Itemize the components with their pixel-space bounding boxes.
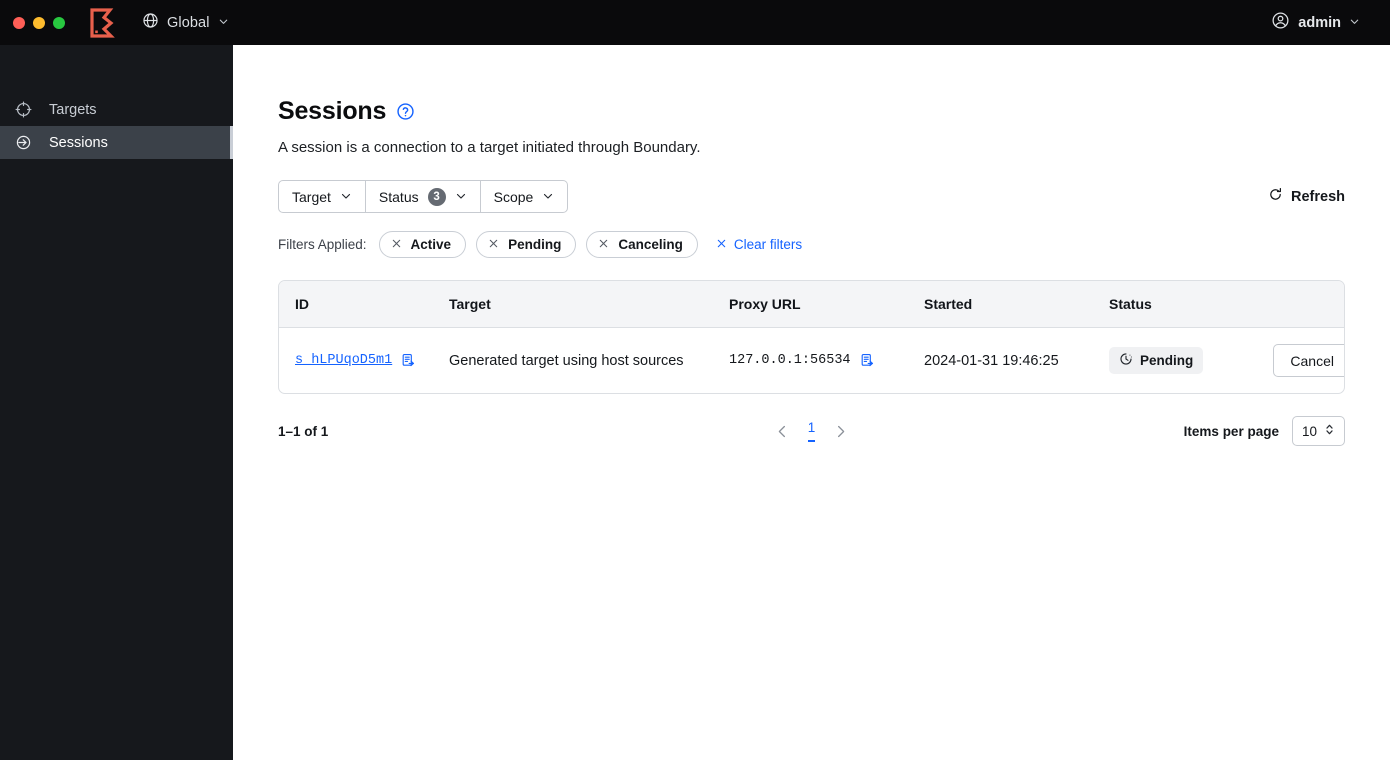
chevron-down-icon (542, 189, 554, 205)
chip-label: Canceling (618, 237, 683, 252)
cell-started: 2024-01-31 19:46:25 (924, 352, 1059, 369)
page-number-1[interactable]: 1 (807, 420, 816, 442)
close-x-icon[interactable] (598, 238, 609, 251)
cell-status: Pending (1109, 328, 1229, 394)
applied-filters: Filters Applied: Active Pending Cancelin… (278, 231, 1345, 258)
chip-label: Active (410, 237, 452, 252)
status-label: Pending (1140, 353, 1194, 368)
sidebar-item-label: Targets (49, 101, 97, 118)
refresh-button[interactable]: Refresh (1268, 187, 1345, 206)
filter-label: Scope (493, 188, 534, 205)
chevron-down-icon (340, 189, 352, 205)
column-header-target: Target (449, 281, 729, 328)
status-badge: Pending (1109, 347, 1204, 374)
column-header-id: ID (279, 281, 449, 328)
items-per-page-label: Items per page (1183, 423, 1279, 439)
cell-id: s_hLPUqoD5m1 (279, 328, 449, 394)
sidebar-item-targets[interactable]: Targets (0, 93, 233, 126)
cell-action: Cancel (1229, 328, 1344, 394)
session-id-link[interactable]: s_hLPUqoD5m1 (295, 353, 392, 368)
scope-label: Global (167, 14, 210, 31)
sidebar-item-sessions[interactable]: Sessions (0, 126, 233, 159)
chip-label: Pending (508, 237, 562, 252)
close-x-icon[interactable] (488, 238, 499, 251)
cell-proxy-url: 127.0.0.1:56534 (729, 328, 924, 394)
chevron-right-icon[interactable] (833, 424, 848, 439)
filter-bar: Target Status 3 Scope Refresh (278, 180, 1345, 213)
user-menu-label: admin (1298, 14, 1341, 31)
filter-status-dropdown[interactable]: Status 3 (365, 180, 481, 213)
close-window-button[interactable] (13, 16, 25, 29)
column-header-started: Started (924, 281, 1109, 328)
cell-target: Generated target using host sources (449, 352, 684, 369)
proxy-url-value: 127.0.0.1:56534 (729, 353, 851, 368)
filter-scope-dropdown[interactable]: Scope (480, 180, 569, 213)
main-content: Sessions A session is a connection to a … (233, 45, 1390, 760)
items-per-page-select[interactable]: 10 (1291, 416, 1345, 446)
close-x-icon[interactable] (391, 238, 402, 251)
globe-icon (142, 12, 159, 33)
close-x-icon (716, 237, 727, 252)
copy-icon[interactable] (860, 353, 875, 368)
refresh-icon (1268, 187, 1283, 206)
clear-filters-label: Clear filters (733, 237, 803, 252)
scope-picker[interactable]: Global (142, 12, 229, 33)
filter-target-dropdown[interactable]: Target (278, 180, 366, 213)
clear-filters-button[interactable]: Clear filters (716, 237, 802, 252)
items-per-page: Items per page 10 (1184, 416, 1345, 446)
items-per-page-value: 10 (1301, 423, 1317, 439)
boundary-logo[interactable] (88, 7, 116, 38)
user-circle-icon (1271, 11, 1290, 34)
applied-filter-chip-canceling[interactable]: Canceling (586, 231, 698, 258)
login-arrow-icon (14, 134, 32, 152)
sessions-table: ID Target Proxy URL Started Status s_hLP… (278, 280, 1345, 394)
page-description: A session is a connection to a target in… (278, 139, 701, 156)
sidebar: Targets Sessions (0, 45, 233, 760)
top-bar: Global admin (0, 0, 1390, 45)
pagination: 1–1 of 1 1 Items per page 10 (278, 416, 1345, 446)
sidebar-item-label: Sessions (49, 134, 108, 151)
column-header-status: Status (1109, 281, 1229, 328)
applied-filter-chip-pending[interactable]: Pending (476, 231, 577, 258)
target-icon (14, 101, 32, 119)
help-circle-icon[interactable] (396, 102, 415, 121)
user-menu[interactable]: admin (1271, 11, 1390, 34)
copy-icon[interactable] (401, 353, 416, 368)
chevron-down-icon (455, 189, 467, 205)
pagination-range: 1–1 of 1 (278, 423, 329, 439)
filter-label: Target (292, 188, 331, 205)
refresh-label: Refresh (1291, 188, 1345, 205)
chevron-down-icon (1349, 15, 1360, 31)
applied-filter-chip-active[interactable]: Active (378, 231, 467, 258)
pager-controls: 1 (732, 420, 892, 442)
chevron-down-icon (218, 15, 229, 31)
cancel-session-button[interactable]: Cancel (1273, 344, 1344, 377)
page-header: Sessions (278, 97, 1345, 126)
chevron-updown-icon (1324, 423, 1335, 439)
column-header-proxy-url: Proxy URL (729, 281, 924, 328)
filter-button-group: Target Status 3 Scope (278, 180, 569, 213)
page-title: Sessions (278, 97, 387, 125)
table-row: s_hLPUqoD5m1 Generated target using host… (279, 328, 1344, 394)
filter-label: Status (378, 188, 419, 205)
minimize-window-button[interactable] (33, 16, 45, 29)
clock-icon (1119, 352, 1133, 369)
app-window: Global admin Targets Sessions Sessions A… (0, 0, 1390, 760)
chevron-left-icon[interactable] (775, 424, 790, 439)
zoom-window-button[interactable] (53, 16, 65, 29)
applied-filters-label: Filters Applied: (278, 237, 367, 252)
app-body: Targets Sessions Sessions A session is a… (0, 45, 1390, 760)
table-header-row: ID Target Proxy URL Started Status (279, 281, 1344, 328)
status-badge: 3 (427, 187, 446, 206)
column-header-action (1229, 281, 1344, 328)
window-traffic-lights (0, 16, 65, 29)
